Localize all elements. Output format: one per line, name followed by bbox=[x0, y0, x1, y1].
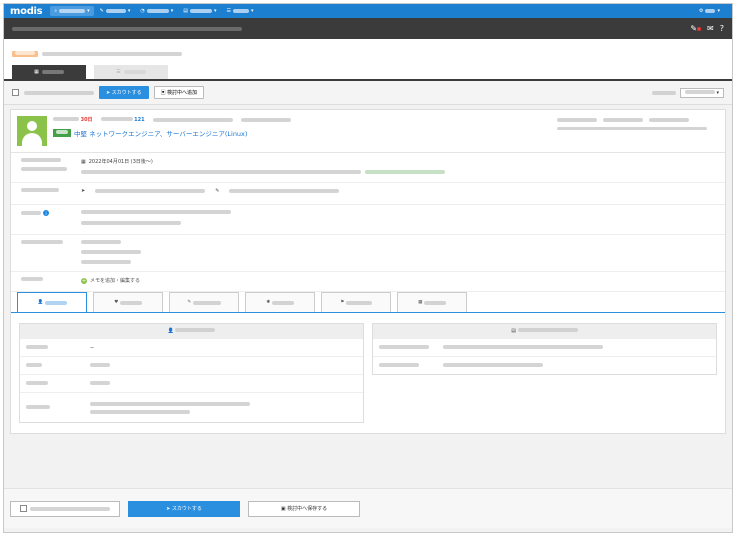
notification-badge bbox=[697, 27, 702, 31]
gear-icon: ⚙ bbox=[699, 8, 704, 14]
detail-row-scout-status: ➤ ✎ bbox=[11, 183, 725, 205]
sub-header: ✎ ✉ ? bbox=[4, 18, 732, 39]
candidate-summary-stats bbox=[557, 118, 717, 130]
check-and-bulk-button[interactable] bbox=[10, 500, 120, 517]
tab-detail-view[interactable]: ▦ bbox=[12, 65, 86, 79]
status-badge bbox=[53, 129, 71, 137]
result-notice bbox=[4, 39, 732, 61]
tab-skills[interactable]: ✱ bbox=[245, 292, 315, 312]
tab-career[interactable]: ✎ bbox=[169, 292, 239, 312]
tab-preferences[interactable]: ♥ bbox=[93, 292, 163, 312]
bookmark-icon: ⚑ bbox=[340, 300, 346, 305]
tab-candidate-info[interactable]: 👤 bbox=[17, 292, 87, 312]
sort-select[interactable]: ▾ bbox=[679, 87, 724, 98]
nav-item-application[interactable]: ✎ ▾ bbox=[96, 6, 135, 16]
star-icon: ✱ bbox=[266, 300, 272, 305]
add-memo-link[interactable]: + メモを追加・編集する bbox=[81, 277, 725, 284]
tab-history[interactable]: ▦ bbox=[397, 292, 467, 312]
scout-count-value: 121 bbox=[134, 116, 145, 123]
pen-icon: ✎ bbox=[215, 188, 220, 194]
calendar-icon: ▦ bbox=[81, 158, 86, 165]
info-icon[interactable]: i bbox=[43, 210, 49, 216]
top-navigation: modis ⌕ ▾ ✎ ▾ ◔ ▾ ▤ ▾ ☰ ▾ ⚙ ▾ bbox=[4, 4, 732, 18]
desired-conditions-pane: ▤ bbox=[372, 323, 717, 375]
nav-item-search[interactable]: ⌕ ▾ bbox=[50, 6, 94, 16]
detail-row-start-date: ▦ 2022年04月01日 (3日後〜) bbox=[11, 153, 725, 183]
info-panes: 👤 − ▤ bbox=[11, 313, 725, 433]
app-window: modis ⌕ ▾ ✎ ▾ ◔ ▾ ▤ ▾ ☰ ▾ ⚙ ▾ ✎ ✉ ? ▦ ☰ … bbox=[3, 3, 733, 533]
send-icon: ➤ bbox=[81, 188, 86, 194]
nav-item-posting[interactable]: ◔ ▾ bbox=[136, 6, 177, 16]
nav-item-other[interactable]: ☰ ▾ bbox=[223, 6, 258, 16]
chart-icon: ◔ bbox=[140, 8, 145, 14]
heart-icon: ♥ bbox=[114, 300, 120, 305]
candidate-card: 30日 121 中堅 ネットワークエンジニア、サーバーエンジニア(Linux) bbox=[10, 109, 726, 434]
nav-item-company[interactable]: ▤ ▾ bbox=[179, 6, 220, 16]
detail-row-desired-job bbox=[11, 235, 725, 272]
tab-list-view[interactable]: ☰ bbox=[94, 65, 168, 79]
pencil-icon: ✎ bbox=[187, 300, 193, 305]
pencil-icon: ✎ bbox=[99, 8, 104, 14]
person-icon: 👤 bbox=[37, 300, 45, 305]
search-icon: ⌕ bbox=[54, 8, 58, 14]
start-date-value: 2022年04月01日 (3日後〜) bbox=[88, 159, 153, 165]
select-all-checkbox[interactable] bbox=[12, 89, 19, 96]
detail-tabs: 👤 ♥ ✎ ✱ ⚑ ▦ bbox=[11, 292, 725, 313]
pen-icon[interactable]: ✎ bbox=[690, 24, 702, 33]
scout-button[interactable]: ➤ スカウトする bbox=[99, 86, 149, 99]
avatar bbox=[17, 116, 47, 146]
result-count-highlight bbox=[12, 51, 38, 57]
detail-row-memo: + メモを追加・編集する bbox=[11, 272, 725, 292]
last-login-value: 30日 bbox=[80, 117, 93, 123]
mail-icon[interactable]: ✉ bbox=[707, 24, 714, 33]
menu-icon: ☰ bbox=[226, 8, 232, 14]
tab-pr[interactable]: ⚑ bbox=[321, 292, 391, 312]
doc-icon: ▤ bbox=[511, 328, 518, 334]
footer-review-button[interactable]: ▣ 検討中へ保存する bbox=[248, 500, 360, 517]
list-icon: ☰ bbox=[116, 69, 121, 75]
candidate-details: ▦ 2022年04月01日 (3日後〜) ➤ ✎ i + メモを追加・編集する bbox=[11, 153, 725, 292]
candidate-profile: 30日 121 中堅 ネットワークエンジニア、サーバーエンジニア(Linux) bbox=[11, 110, 725, 153]
person-icon: 👤 bbox=[167, 328, 176, 334]
doc-icon: ▤ bbox=[183, 8, 189, 14]
grid-icon: ▦ bbox=[418, 300, 424, 305]
view-tabs: ▦ ☰ bbox=[4, 61, 732, 81]
basic-info-pane: 👤 − bbox=[19, 323, 364, 423]
candidate-title[interactable]: 中堅 ネットワークエンジニア、サーバーエンジニア(Linux) bbox=[74, 128, 247, 138]
plus-icon: + bbox=[81, 277, 87, 284]
detail-row-experience: i bbox=[11, 205, 725, 235]
logo: modis bbox=[10, 5, 43, 17]
bulk-toolbar: ➤ スカウトする ▣ 検討中へ追加 ▾ bbox=[4, 81, 732, 105]
add-to-review-button[interactable]: ▣ 検討中へ追加 bbox=[153, 86, 205, 99]
footer-scout-button[interactable]: ➤ スカウトする bbox=[128, 500, 240, 517]
settings-menu[interactable]: ⚙ ▾ bbox=[695, 6, 724, 16]
help-icon[interactable]: ? bbox=[720, 24, 724, 33]
detail-icon: ▦ bbox=[34, 69, 39, 75]
footer-actions: ➤ スカウトする ▣ 検討中へ保存する bbox=[4, 488, 732, 528]
